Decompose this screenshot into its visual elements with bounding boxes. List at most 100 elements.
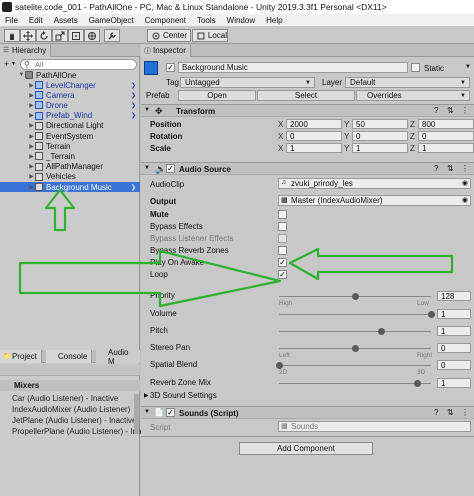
mixer-scrollbar[interactable] bbox=[134, 394, 139, 434]
prefab-overrides-dropdown[interactable]: Overrides ▼ bbox=[356, 90, 470, 101]
open-prefab-chevron-icon[interactable]: ❯ bbox=[131, 184, 136, 191]
priority-slider-knob[interactable] bbox=[352, 293, 359, 300]
output-field[interactable]: ▩ Master (IndexAudioMixer) ◉ bbox=[278, 195, 471, 206]
expand-arrow-icon[interactable]: ▶ bbox=[28, 133, 35, 140]
expand-arrow-icon[interactable]: ▶ bbox=[144, 392, 149, 399]
mixer-item[interactable]: Car (Audio Listener) - Inactive bbox=[12, 394, 118, 403]
collapse-arrow-icon[interactable]: ▼ bbox=[144, 409, 150, 415]
hierarchy-search-input[interactable]: ⚲ All bbox=[20, 59, 137, 70]
open-prefab-chevron-icon[interactable]: ❯ bbox=[131, 82, 136, 89]
mute-checkbox[interactable] bbox=[278, 210, 287, 219]
expand-arrow-icon[interactable]: ▶ bbox=[28, 122, 35, 129]
reverb-zone-mix-slider-track[interactable] bbox=[279, 383, 431, 384]
bypass-listener-checkbox[interactable] bbox=[278, 234, 287, 243]
hierarchy-item[interactable]: ▶ Prefab_Wind ❯ bbox=[0, 111, 140, 121]
hierarchy-item[interactable]: ▶ Drone ❯ bbox=[0, 100, 140, 110]
prefab-select-button[interactable]: Select bbox=[257, 90, 355, 101]
stereo-pan-value-field[interactable]: 0 bbox=[437, 343, 471, 353]
volume-slider-track[interactable] bbox=[279, 314, 431, 315]
audioclip-field[interactable]: ♫ zvuki_prirody_les ◉ bbox=[278, 178, 471, 189]
rotation-y-field[interactable]: 0 bbox=[352, 131, 408, 141]
open-prefab-chevron-icon[interactable]: ❯ bbox=[131, 92, 136, 99]
static-checkbox[interactable] bbox=[411, 63, 420, 72]
position-z-field[interactable]: 800 bbox=[418, 119, 474, 129]
reverb-zone-mix-slider-knob[interactable] bbox=[414, 380, 422, 387]
more-options-icon[interactable]: ⋮ bbox=[461, 164, 469, 173]
bypass-effects-checkbox[interactable] bbox=[278, 222, 287, 231]
preset-icon[interactable]: ⇅ bbox=[447, 164, 454, 173]
script-field[interactable]: ▩ Sounds bbox=[278, 421, 471, 432]
preset-icon[interactable]: ⇅ bbox=[447, 408, 454, 417]
tab-console[interactable]: Console bbox=[46, 350, 93, 363]
hierarchy-item[interactable]: ▶ Background Music ❯ bbox=[0, 182, 140, 192]
help-icon[interactable]: ? bbox=[434, 408, 438, 417]
preset-icon[interactable]: ⇅ bbox=[447, 106, 454, 115]
pitch-slider-track[interactable] bbox=[279, 331, 431, 332]
reverb-zone-mix-value-field[interactable]: 1 bbox=[437, 378, 471, 388]
expand-arrow-icon[interactable]: ▶ bbox=[28, 82, 35, 89]
static-dropdown-icon[interactable]: ▼ bbox=[465, 64, 471, 70]
sounds-enabled-checkbox[interactable]: ✓ bbox=[166, 408, 175, 417]
hierarchy-item[interactable]: ▶ Camera ❯ bbox=[0, 90, 140, 100]
hierarchy-item[interactable]: ▶ Terrain bbox=[0, 141, 140, 151]
expand-arrow-icon[interactable]: ▼ bbox=[18, 72, 25, 78]
more-options-icon[interactable]: ⋮ bbox=[461, 408, 469, 417]
expand-arrow-icon[interactable]: ▶ bbox=[28, 92, 35, 99]
play-on-awake-checkbox[interactable]: ✓ bbox=[278, 258, 287, 267]
collapse-arrow-icon[interactable]: ▼ bbox=[144, 165, 150, 171]
help-icon[interactable]: ? bbox=[434, 164, 438, 173]
hierarchy-item[interactable]: ▶ _Terrain bbox=[0, 151, 140, 161]
scale-y-field[interactable]: 1 bbox=[352, 143, 408, 153]
layer-dropdown[interactable]: Default ▼ bbox=[345, 77, 470, 88]
help-icon[interactable]: ? bbox=[434, 106, 438, 115]
transform-section-header[interactable]: ▼ ✥ Transform ? ⇅ ⋮ bbox=[141, 104, 474, 117]
more-options-icon[interactable]: ⋮ bbox=[461, 106, 469, 115]
transform-tool-button[interactable] bbox=[84, 29, 100, 42]
rotate-tool-button[interactable] bbox=[36, 29, 52, 42]
menu-tools[interactable]: Tools bbox=[192, 16, 222, 25]
collapse-arrow-icon[interactable]: ▼ bbox=[144, 107, 150, 113]
spatial-blend-value-field[interactable]: 0 bbox=[437, 360, 471, 370]
rect-tool-button[interactable] bbox=[68, 29, 84, 42]
scale-x-field[interactable]: 1 bbox=[286, 143, 342, 153]
pivot-center-button[interactable]: Center bbox=[147, 29, 191, 42]
expand-arrow-icon[interactable]: ▶ bbox=[28, 184, 35, 191]
object-picker-icon[interactable]: ◉ bbox=[462, 196, 468, 204]
menu-help[interactable]: Help bbox=[261, 16, 288, 25]
menu-edit[interactable]: Edit bbox=[24, 16, 49, 25]
menu-component[interactable]: Component bbox=[140, 16, 192, 25]
rotation-z-field[interactable]: 0 bbox=[418, 131, 474, 141]
pivot-local-button[interactable]: Local bbox=[192, 29, 228, 42]
hand-tool-button[interactable] bbox=[4, 29, 20, 42]
sounds-script-section-header[interactable]: ▼ 📄 ✓ Sounds (Script) ? ⇅ ⋮ bbox=[141, 406, 474, 419]
position-x-field[interactable]: 2000 bbox=[286, 119, 342, 129]
audio-source-enabled-checkbox[interactable]: ✓ bbox=[166, 164, 175, 173]
open-prefab-chevron-icon[interactable]: ❯ bbox=[131, 112, 136, 119]
add-dropdown-icon[interactable]: ▼ bbox=[11, 61, 16, 67]
menu-assets[interactable]: Assets bbox=[49, 16, 84, 25]
position-y-field[interactable]: 50 bbox=[352, 119, 408, 129]
loop-checkbox[interactable]: ✓ bbox=[278, 270, 287, 279]
priority-value-field[interactable]: 128 bbox=[437, 291, 471, 301]
spatial-blend-slider-track[interactable] bbox=[279, 365, 431, 366]
hierarchy-item[interactable]: ▶ Directional Light bbox=[0, 121, 140, 131]
expand-arrow-icon[interactable]: ▶ bbox=[28, 112, 35, 119]
move-tool-button[interactable] bbox=[20, 29, 36, 42]
volume-slider-knob[interactable] bbox=[428, 311, 435, 318]
expand-arrow-icon[interactable]: ▶ bbox=[28, 143, 35, 150]
expand-arrow-icon[interactable]: ▶ bbox=[28, 163, 35, 170]
menu-file[interactable]: File bbox=[0, 16, 24, 25]
scene-root-row[interactable]: ▼ PathAllOne bbox=[0, 70, 140, 80]
hierarchy-item[interactable]: ▶ AllPathManager bbox=[0, 162, 140, 172]
prefab-open-button[interactable]: Open bbox=[178, 90, 256, 101]
bypass-reverb-checkbox[interactable] bbox=[278, 246, 287, 255]
sound-settings-label[interactable]: 3D Sound Settings bbox=[150, 391, 217, 400]
volume-value-field[interactable]: 1 bbox=[437, 309, 471, 319]
menu-gameobject[interactable]: GameObject bbox=[84, 16, 140, 25]
expand-arrow-icon[interactable]: ▶ bbox=[28, 102, 35, 109]
rotation-x-field[interactable]: 0 bbox=[286, 131, 342, 141]
hierarchy-item[interactable]: ▶ EventSystem bbox=[0, 131, 140, 141]
custom-tool-button[interactable] bbox=[104, 29, 120, 42]
mixer-item[interactable]: IndexAudioMixer (Audio Listener) bbox=[12, 405, 130, 414]
audio-source-section-header[interactable]: ▼ 🔈 ✓ Audio Source ? ⇅ ⋮ bbox=[141, 162, 474, 175]
